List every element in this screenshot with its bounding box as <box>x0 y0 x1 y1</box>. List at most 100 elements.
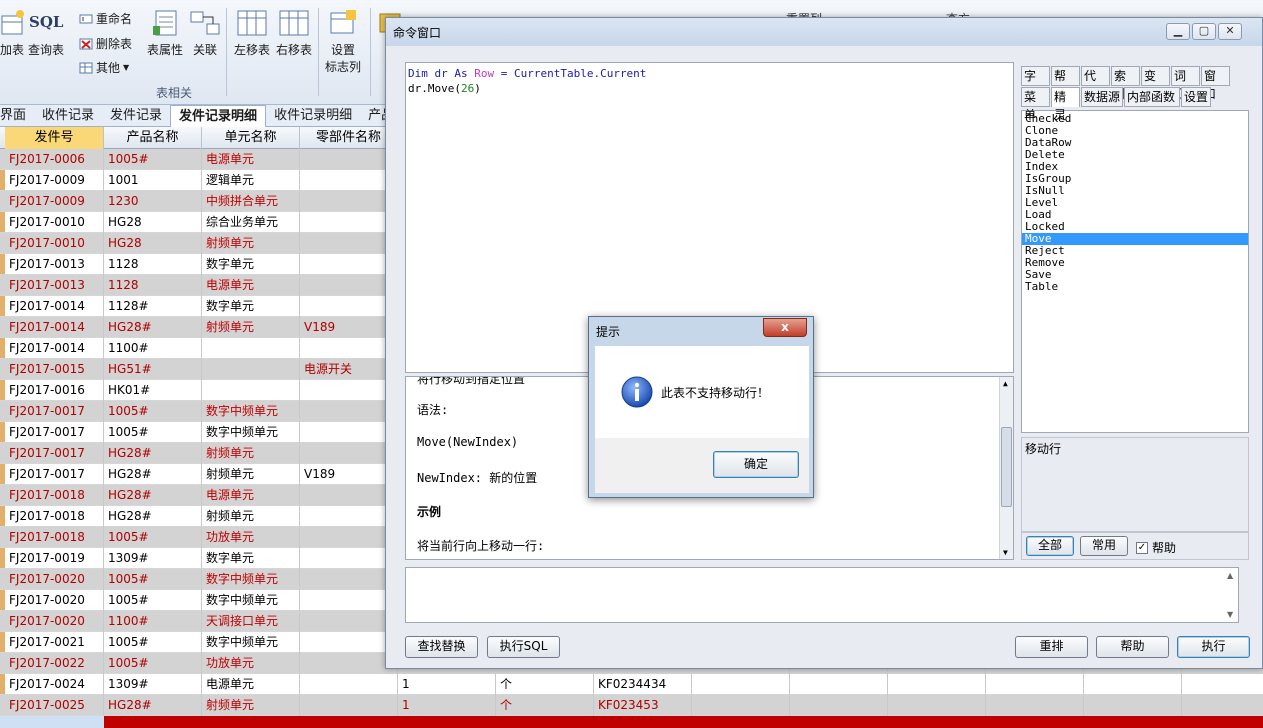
scroll-down-icon[interactable]: ▼ <box>1003 548 1008 557</box>
tab-receive-record-details[interactable]: 收件记录明细 <box>266 105 360 127</box>
table-cell[interactable]: FJ2017-0018 <box>5 485 104 506</box>
tab-send-records[interactable]: 发件记录 <box>102 105 170 127</box>
table-cell[interactable]: FJ2017-0014 <box>5 296 104 317</box>
table-cell[interactable] <box>692 674 790 695</box>
output-scrollbar[interactable]: ▲ ▼ <box>1224 568 1238 622</box>
table-cell[interactable]: 电源单元 <box>202 149 300 170</box>
help-checkbox[interactable]: ✓ 帮助 <box>1136 539 1176 556</box>
table-cell[interactable] <box>888 674 986 695</box>
table-cell[interactable]: 1100# <box>104 611 202 632</box>
new-row[interactable] <box>0 716 1263 728</box>
table-cell[interactable]: FJ2017-0017 <box>5 401 104 422</box>
table-cell[interactable]: 射频单元 <box>202 317 300 338</box>
find-replace-button[interactable]: 查找替换 <box>405 636 478 658</box>
table-cell[interactable]: 数字单元 <box>202 548 300 569</box>
table-cell[interactable]: 数字单元 <box>202 296 300 317</box>
table-cell[interactable] <box>300 632 398 653</box>
delete-table-button[interactable]: 删除表 <box>79 35 132 52</box>
reorder-button[interactable]: 重排 <box>1015 636 1088 658</box>
table-cell[interactable]: 射频单元 <box>202 506 300 527</box>
table-cell[interactable] <box>300 170 398 191</box>
table-cell[interactable]: 1230 <box>104 191 202 212</box>
right-tab[interactable]: 字段 <box>1021 66 1050 101</box>
right-tab[interactable]: 变量 <box>1141 66 1170 101</box>
table-cell[interactable]: 电源单元 <box>202 275 300 296</box>
help-button[interactable]: 帮助 <box>1096 636 1169 658</box>
table-cell[interactable]: HG28# <box>104 464 202 485</box>
close-button[interactable]: ✕ <box>1218 23 1242 40</box>
table-cell[interactable]: 1 <box>398 695 496 716</box>
table-cell[interactable]: V189 <box>300 464 398 485</box>
table-cell[interactable]: 1005# <box>104 527 202 548</box>
table-cell[interactable]: 电源单元 <box>202 485 300 506</box>
table-cell[interactable]: FJ2017-0009 <box>5 170 104 191</box>
table-cell[interactable]: FJ2017-0010 <box>5 233 104 254</box>
table-cell[interactable]: V189 <box>300 317 398 338</box>
table-cell[interactable]: FJ2017-0022 <box>5 653 104 674</box>
table-cell[interactable] <box>300 653 398 674</box>
move-table-left-button[interactable]: 左移表 <box>231 8 273 58</box>
right-tab[interactable]: 内部函数 <box>1124 87 1180 107</box>
table-cell[interactable]: 1309# <box>104 674 202 695</box>
help-scrollbar[interactable]: ▲ ▼ <box>999 377 1013 559</box>
list-item[interactable]: Remove <box>1022 257 1248 269</box>
dialog-ok-button[interactable]: 确定 <box>713 451 799 478</box>
table-cell[interactable] <box>1084 695 1182 716</box>
table-cell[interactable]: HG28 <box>104 233 202 254</box>
table-cell[interactable]: FJ2017-0016 <box>5 380 104 401</box>
table-cell[interactable]: 1 <box>398 674 496 695</box>
right-tab[interactable]: 词汇 <box>1171 66 1200 101</box>
table-cell[interactable]: FJ2017-0025 <box>5 695 104 716</box>
table-cell[interactable]: 1005# <box>104 653 202 674</box>
table-cell[interactable]: 综合业务单元 <box>202 212 300 233</box>
table-cell[interactable]: 个 <box>496 695 594 716</box>
table-cell[interactable]: FJ2017-0020 <box>5 611 104 632</box>
table-cell[interactable]: 1100# <box>104 338 202 359</box>
column-header-part-name[interactable]: 零部件名称 <box>300 127 398 149</box>
table-cell[interactable]: 数字中频单元 <box>202 401 300 422</box>
table-cell[interactable] <box>300 590 398 611</box>
table-cell[interactable] <box>986 674 1084 695</box>
table-cell[interactable]: HG28# <box>104 506 202 527</box>
member-list[interactable]: Checked Clone DataRow Delete Index IsGroup IsN… <box>1021 110 1249 433</box>
table-cell[interactable]: 逻辑单元 <box>202 170 300 191</box>
table-cell[interactable]: 电源单元 <box>202 674 300 695</box>
table-cell[interactable] <box>202 359 300 380</box>
table-cell[interactable] <box>202 338 300 359</box>
execute-button[interactable]: 执行 <box>1177 636 1250 658</box>
table-cell[interactable]: 1001 <box>104 170 202 191</box>
table-cell[interactable] <box>300 296 398 317</box>
table-cell[interactable]: 射频单元 <box>202 464 300 485</box>
filter-common-button[interactable]: 常用 <box>1080 536 1128 556</box>
table-cell[interactable] <box>300 548 398 569</box>
table-cell[interactable] <box>1182 695 1263 716</box>
right-tab[interactable]: 代码 <box>1081 66 1110 101</box>
table-cell[interactable]: HG51# <box>104 359 202 380</box>
table-cell[interactable]: FJ2017-0020 <box>5 569 104 590</box>
table-cell[interactable]: FJ2017-0017 <box>5 443 104 464</box>
set-flag-column-button[interactable]: 设置 标志列 <box>322 8 364 75</box>
table-cell[interactable]: 1005# <box>104 401 202 422</box>
table-cell[interactable] <box>300 422 398 443</box>
table-cell[interactable]: 数字中频单元 <box>202 422 300 443</box>
table-cell[interactable]: FJ2017-0013 <box>5 275 104 296</box>
tab-main[interactable]: 界面 <box>0 105 34 127</box>
command-window-titlebar[interactable]: 命令窗口 ▁ ▢ ✕ <box>386 18 1262 46</box>
filter-all-button[interactable]: 全部 <box>1026 536 1074 556</box>
column-header-send-no[interactable]: 发件号 <box>5 127 104 149</box>
table-cell[interactable] <box>202 380 300 401</box>
table-cell[interactable]: FJ2017-0024 <box>5 674 104 695</box>
table-cell[interactable]: KF0234434 <box>594 674 692 695</box>
table-cell[interactable]: FJ2017-0021 <box>5 632 104 653</box>
table-cell[interactable]: 中频拼合单元 <box>202 191 300 212</box>
table-cell[interactable]: 数字中频单元 <box>202 590 300 611</box>
table-cell[interactable] <box>300 149 398 170</box>
table-cell[interactable]: FJ2017-0017 <box>5 464 104 485</box>
scroll-down-icon[interactable]: ▼ <box>1227 610 1233 619</box>
table-cell[interactable]: 1005# <box>104 569 202 590</box>
table-cell[interactable] <box>300 569 398 590</box>
tab-send-record-details[interactable]: 发件记录明细 <box>170 105 267 127</box>
table-cell[interactable] <box>300 611 398 632</box>
table-cell[interactable]: 1005# <box>104 632 202 653</box>
table-cell[interactable]: HG28# <box>104 485 202 506</box>
